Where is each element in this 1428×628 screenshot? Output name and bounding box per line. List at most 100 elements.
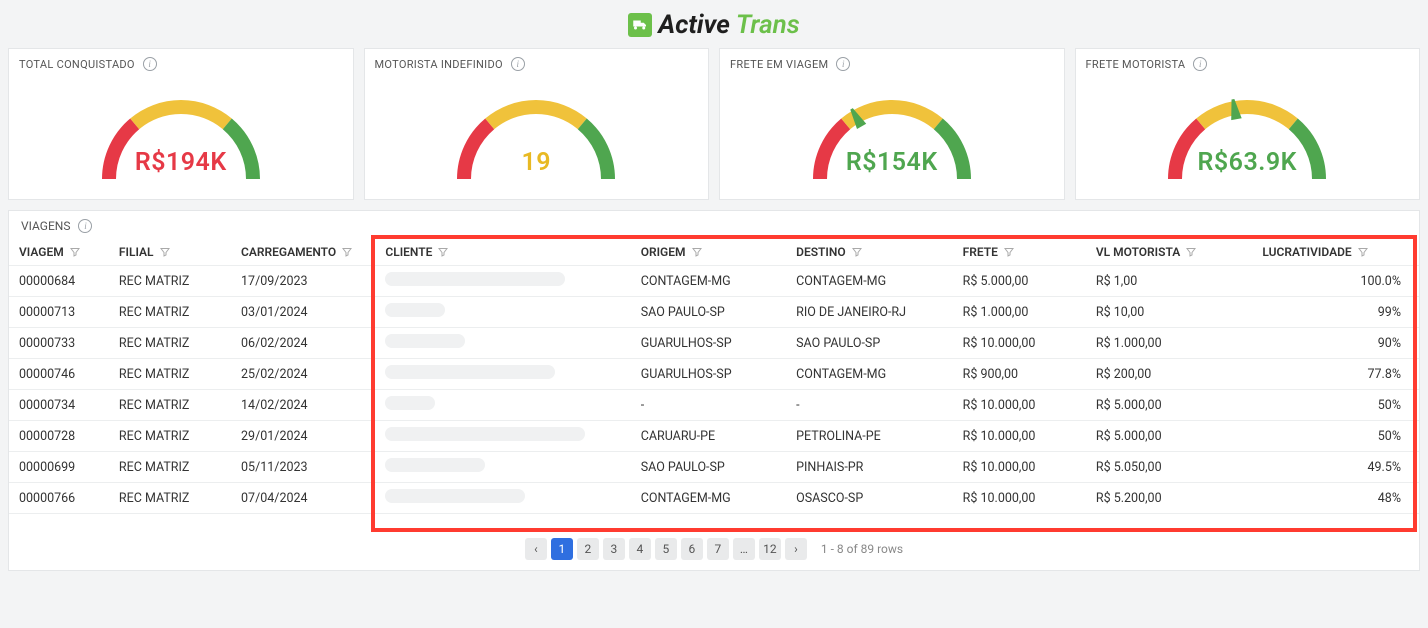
info-icon[interactable]: i <box>1193 57 1207 71</box>
cell-destino: RIO DE JANEIRO-RJ <box>786 297 953 328</box>
table-container: VIAGEM FILIAL CARREGAMENTO CLIENTE ORIGEMDES… <box>9 239 1419 514</box>
brand-part2: Trans <box>736 10 800 40</box>
col-label: FILIAL <box>119 245 154 259</box>
filter-icon[interactable] <box>437 246 449 258</box>
table-header-row: VIAGEM FILIAL CARREGAMENTO CLIENTE ORIGEMDES… <box>9 239 1419 266</box>
cell-carregamento: 05/11/2023 <box>231 452 375 483</box>
col-header-origem[interactable]: ORIGEM <box>631 239 786 266</box>
col-header-viagem[interactable]: VIAGEM <box>9 239 109 266</box>
cell-lucratividade: 100.0% <box>1252 266 1419 297</box>
cell-carregamento: 07/04/2024 <box>231 483 375 514</box>
info-icon[interactable]: i <box>143 57 157 71</box>
pager-page[interactable]: 2 <box>577 538 599 560</box>
table-row[interactable]: 00000684 REC MATRIZ 17/09/2023 CONTAGEM-… <box>9 266 1419 297</box>
cell-cliente <box>375 359 630 390</box>
kpi-card: FRETE EM VIAGEM i R$154K <box>719 48 1065 200</box>
cell-origem: GUARULHOS-SP <box>631 328 786 359</box>
table-row[interactable]: 00000766 REC MATRIZ 07/04/2024 CONTAGEM-… <box>9 483 1419 514</box>
filter-icon[interactable] <box>69 246 81 258</box>
col-label: LUCRATIVIDADE <box>1262 245 1351 259</box>
kpi-value: R$63.9K <box>1198 148 1297 177</box>
pager-page[interactable]: 7 <box>707 538 729 560</box>
info-icon[interactable]: i <box>78 219 92 233</box>
cell-filial: REC MATRIZ <box>109 452 231 483</box>
cell-vl-motorista: R$ 1.000,00 <box>1086 328 1253 359</box>
redacted-client <box>385 303 445 317</box>
filter-icon[interactable] <box>851 246 863 258</box>
cell-filial: REC MATRIZ <box>109 483 231 514</box>
cell-viagem: 00000699 <box>9 452 109 483</box>
col-label: VL MOTORISTA <box>1096 245 1180 259</box>
cell-vl-motorista: R$ 5.200,00 <box>1086 483 1253 514</box>
kpi-value: R$194K <box>135 148 227 177</box>
col-header-frete[interactable]: FRETE <box>953 239 1086 266</box>
pager-page-last[interactable]: 12 <box>759 538 781 560</box>
table-row[interactable]: 00000713 REC MATRIZ 03/01/2024 SAO PAULO… <box>9 297 1419 328</box>
filter-icon[interactable] <box>159 246 171 258</box>
pager-page[interactable]: 1 <box>551 538 573 560</box>
redacted-client <box>385 396 435 410</box>
col-label: CLIENTE <box>385 245 432 259</box>
filter-icon[interactable] <box>1185 246 1197 258</box>
brand-logo: Active Trans <box>628 10 799 40</box>
table-row[interactable]: 00000734 REC MATRIZ 14/02/2024 - - R$ 10… <box>9 390 1419 421</box>
cell-destino: PETROLINA-PE <box>786 421 953 452</box>
cell-cliente <box>375 483 630 514</box>
cell-frete: R$ 10.000,00 <box>953 452 1086 483</box>
col-header-carregamento[interactable]: CARREGAMENTO <box>231 239 375 266</box>
cell-cliente <box>375 452 630 483</box>
pager-prev[interactable]: ‹ <box>525 538 547 560</box>
table-row[interactable]: 00000699 REC MATRIZ 05/11/2023 SAO PAULO… <box>9 452 1419 483</box>
filter-icon[interactable] <box>341 246 353 258</box>
col-header-destino[interactable]: DESTINO <box>786 239 953 266</box>
filter-icon[interactable] <box>1003 246 1015 258</box>
table-row[interactable]: 00000733 REC MATRIZ 06/02/2024 GUARULHOS… <box>9 328 1419 359</box>
pager-info: 1 - 8 of 89 rows <box>821 542 903 556</box>
cell-cliente <box>375 266 630 297</box>
cell-frete: R$ 900,00 <box>953 359 1086 390</box>
pager-next[interactable]: › <box>785 538 807 560</box>
kpi-card: MOTORISTA INDEFINIDO i 19 <box>364 48 710 200</box>
table-row[interactable]: 00000746 REC MATRIZ 25/02/2024 GUARULHOS… <box>9 359 1419 390</box>
filter-icon[interactable] <box>691 246 703 258</box>
cell-vl-motorista: R$ 10,00 <box>1086 297 1253 328</box>
cell-filial: REC MATRIZ <box>109 297 231 328</box>
cell-frete: R$ 10.000,00 <box>953 328 1086 359</box>
col-label: FRETE <box>963 245 998 259</box>
cell-origem: SAO PAULO-SP <box>631 297 786 328</box>
col-header-vl_motorista[interactable]: VL MOTORISTA <box>1086 239 1253 266</box>
cell-frete: R$ 10.000,00 <box>953 390 1086 421</box>
cell-filial: REC MATRIZ <box>109 390 231 421</box>
col-header-filial[interactable]: FILIAL <box>109 239 231 266</box>
kpi-row: TOTAL CONQUISTADO i R$194K MOTORISTA IND… <box>0 48 1428 200</box>
cell-carregamento: 25/02/2024 <box>231 359 375 390</box>
brand-part1: Active <box>658 10 730 40</box>
cell-frete: R$ 1.000,00 <box>953 297 1086 328</box>
trips-table: VIAGEM FILIAL CARREGAMENTO CLIENTE ORIGEMDES… <box>9 239 1419 514</box>
cell-viagem: 00000684 <box>9 266 109 297</box>
redacted-client <box>385 272 565 286</box>
info-icon[interactable]: i <box>836 57 850 71</box>
cell-lucratividade: 50% <box>1252 390 1419 421</box>
cell-filial: REC MATRIZ <box>109 328 231 359</box>
cell-viagem: 00000713 <box>9 297 109 328</box>
pager-page[interactable]: 3 <box>603 538 625 560</box>
cell-vl-motorista: R$ 5.000,00 <box>1086 421 1253 452</box>
cell-cliente <box>375 297 630 328</box>
table-row[interactable]: 00000728 REC MATRIZ 29/01/2024 CARUARU-P… <box>9 421 1419 452</box>
cell-origem: CARUARU-PE <box>631 421 786 452</box>
pager-page[interactable]: 6 <box>681 538 703 560</box>
kpi-value: R$154K <box>846 148 938 177</box>
cell-destino: CONTAGEM-MG <box>786 266 953 297</box>
gauge: 19 <box>375 71 699 189</box>
cell-viagem: 00000733 <box>9 328 109 359</box>
pager-page[interactable]: 5 <box>655 538 677 560</box>
col-header-lucratividade[interactable]: LUCRATIVIDADE <box>1252 239 1419 266</box>
pager-ellipsis: … <box>733 538 755 560</box>
filter-icon[interactable] <box>1357 246 1369 258</box>
pager-page[interactable]: 4 <box>629 538 651 560</box>
col-header-cliente[interactable]: CLIENTE <box>375 239 630 266</box>
cell-destino: CONTAGEM-MG <box>786 359 953 390</box>
gauge: R$154K <box>730 71 1054 189</box>
info-icon[interactable]: i <box>511 57 525 71</box>
